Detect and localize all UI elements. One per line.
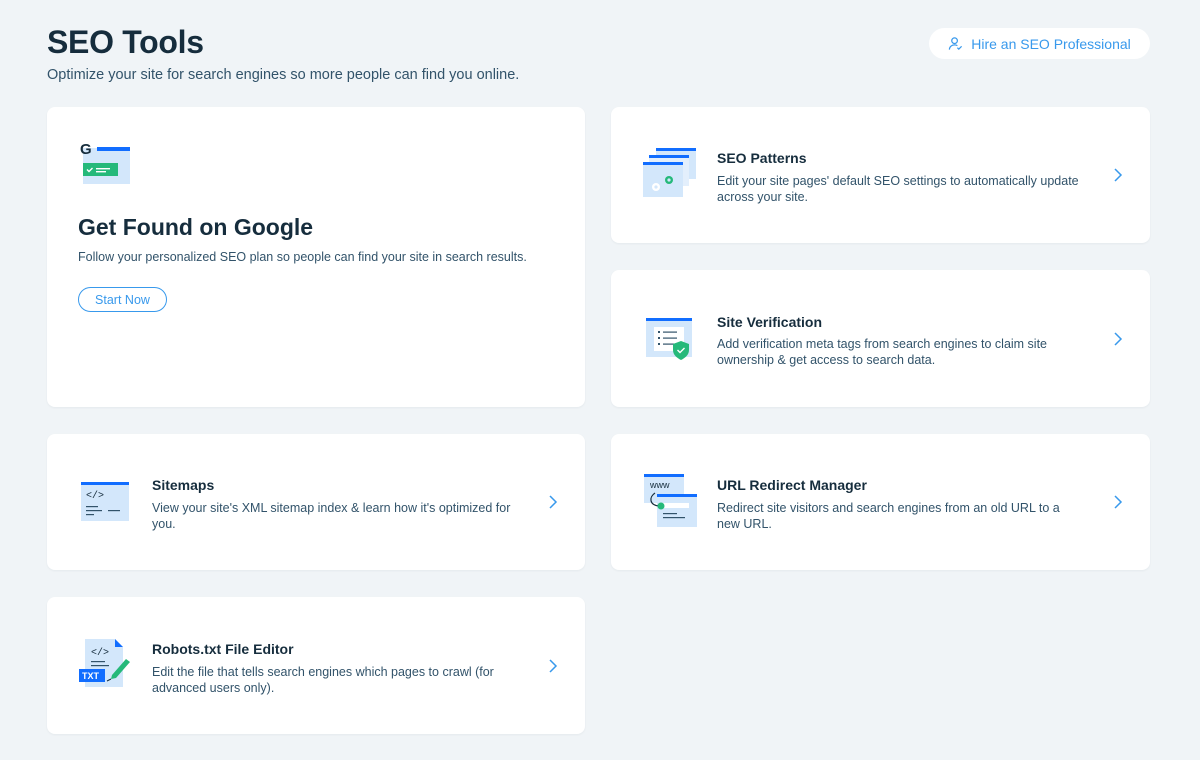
tool-description-line: across your site.: [717, 190, 809, 204]
tool-title-seo-patterns: SEO Patterns: [717, 150, 807, 166]
tool-description-line: new URL.: [717, 517, 772, 531]
tool-description-line: Edit the file that tells search engines …: [152, 665, 494, 679]
google-search-icon: G: [80, 141, 130, 184]
sitemap-icon: </>: [81, 482, 129, 521]
tool-title-url-redirect-manager: URL Redirect Manager: [717, 477, 867, 493]
tool-description-line: advanced users only).: [152, 681, 275, 695]
tool-description-url-redirect-manager: Redirect site visitors and search engine…: [717, 500, 1060, 532]
chevron-right-icon[interactable]: [1113, 167, 1123, 183]
chevron-right-icon[interactable]: [548, 494, 558, 510]
page-subtitle: Optimize your site for search engines so…: [47, 67, 520, 83]
tool-description-line: you.: [152, 517, 176, 531]
hire-seo-professional-button[interactable]: Hire an SEO Professional: [929, 28, 1150, 59]
page-title: SEO Tools: [47, 24, 204, 60]
tool-description-site-verification: Add verification meta tags from search e…: [717, 336, 1047, 368]
url-redirect-icon: www: [644, 474, 697, 527]
feature-description: Follow your personalized SEO plan so peo…: [78, 250, 527, 264]
tool-title-sitemaps: Sitemaps: [152, 477, 215, 493]
tool-description-line: Redirect site visitors and search engine…: [717, 501, 1060, 515]
svg-text:G: G: [80, 141, 92, 158]
svg-text:</>: </>: [91, 647, 109, 659]
tool-description-seo-patterns: Edit your site pages' default SEO settin…: [717, 173, 1079, 205]
seo-patterns-icon: [643, 148, 696, 197]
url-redirect-icon-label: www: [649, 480, 670, 490]
tool-description-sitemaps: View your site's XML sitemap index & lea…: [152, 500, 510, 532]
tool-description-line: ownership & get access to search data.: [717, 353, 936, 367]
start-now-button[interactable]: Start Now: [78, 287, 167, 312]
robots-txt-icon-label: TXT: [82, 671, 100, 681]
chevron-right-icon[interactable]: [548, 658, 558, 674]
person-icon: [949, 37, 963, 50]
tool-description-line: Edit your site pages' default SEO settin…: [717, 174, 1079, 188]
hire-seo-professional-label: Hire an SEO Professional: [971, 35, 1131, 52]
svg-text:</>: </>: [86, 490, 104, 502]
chevron-right-icon[interactable]: [1113, 494, 1123, 510]
robots-txt-icon: </> TXT: [79, 639, 130, 687]
tool-title-robots-txt: Robots.txt File Editor: [152, 641, 294, 657]
tool-description-line: View your site's XML sitemap index & lea…: [152, 501, 511, 515]
tool-description-robots-txt: Edit the file that tells search engines …: [152, 664, 494, 696]
chevron-right-icon[interactable]: [1113, 331, 1123, 347]
tool-title-site-verification: Site Verification: [717, 314, 823, 330]
feature-title: Get Found on Google: [78, 214, 314, 240]
site-verification-icon: [646, 318, 692, 360]
tool-description-line: Add verification meta tags from search e…: [717, 337, 1048, 351]
